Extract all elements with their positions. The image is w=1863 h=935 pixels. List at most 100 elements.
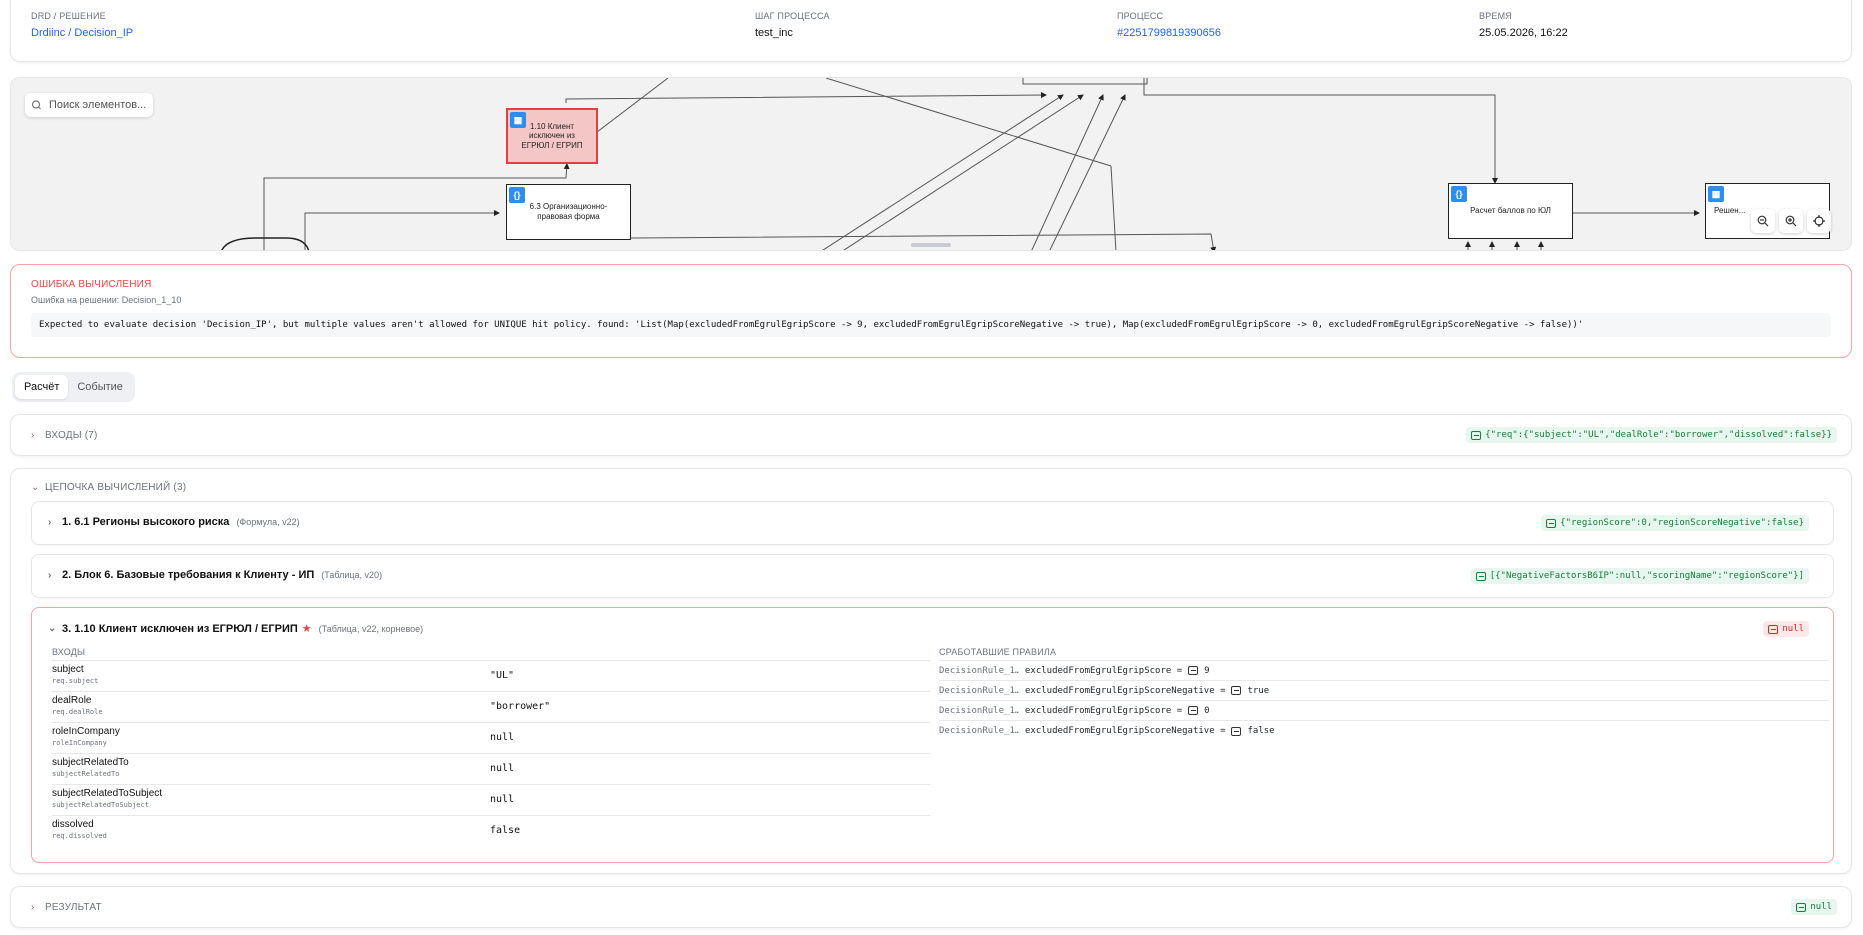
output-icon: [1796, 902, 1807, 912]
chain-section: ⌄ ЦЕПОЧКА ВЫЧИСЛЕНИЙ (3) › 1. 6.1 Регион…: [10, 468, 1852, 874]
time-value: 25.05.2026, 16:22: [1479, 27, 1568, 39]
chain-section-label: ЦЕПОЧКА ВЫЧИСЛЕНИЙ (3): [45, 482, 187, 493]
output-icon: [1546, 518, 1557, 528]
chain-item-1[interactable]: › 1. 6.1 Регионы высокого риска (Формула…: [31, 501, 1834, 545]
drd-canvas[interactable]: ▦ 1.10 Клиент исключен из ЕГРЮЛ / ЕГРИП …: [10, 77, 1852, 251]
table-row: subjectRelatedTo subjectRelatedTo null: [52, 754, 930, 785]
fit-view-button[interactable]: [1807, 209, 1831, 233]
chain-item-title: › 1. 6.1 Регионы высокого риска (Формула…: [48, 516, 300, 528]
error-panel: ОШИБКА ВЫЧИСЛЕНИЯ Ошибка на решении: Dec…: [10, 264, 1852, 358]
node-legal-form[interactable]: {} 6.3 Организационно-правовая форма: [506, 184, 631, 240]
search-input[interactable]: [47, 98, 151, 112]
inputs-section[interactable]: › ВХОДЫ (7) {"req":{"subject":"UL","deal…: [10, 414, 1852, 456]
input-path: req.subject: [52, 677, 99, 685]
process-column: ПРОЦЕСС #2251799819390656: [1117, 11, 1221, 39]
result-badge: null: [1791, 899, 1837, 915]
chevron-down-icon: ⌄: [31, 482, 40, 493]
tab-calculation[interactable]: Расчёт: [15, 375, 69, 399]
result-badge-text: null: [1810, 902, 1832, 912]
node-excluded-from-egrul[interactable]: ▦ 1.10 Клиент исключен из ЕГРЮЛ / ЕГРИП: [506, 108, 598, 164]
zoom-in-button[interactable]: [1779, 209, 1803, 233]
node-score-label: Расчет баллов по ЮЛ: [1470, 206, 1551, 216]
rule-value: 9: [1204, 665, 1210, 676]
rule-row: DecisionRule_1… excludedFromEgrulEgripSc…: [939, 701, 1829, 721]
error-title: ОШИБКА ВЫЧИСЛЕНИЯ: [31, 279, 152, 290]
rule-key: excludedFromEgrulEgripScoreNegative =: [1025, 726, 1226, 736]
output-icon: [1475, 571, 1486, 581]
chain-item-2[interactable]: › 2. Блок 6. Базовые требования к Клиент…: [31, 554, 1834, 598]
result-section-label: РЕЗУЛЬТАТ: [45, 902, 102, 913]
input-value: "borrower": [490, 701, 551, 712]
inputs-json-text: {"req":{"subject":"UL","dealRole":"borro…: [1485, 430, 1832, 440]
header-card: DRD / РЕШЕНИЕ Drdiinc / Decision_IP ШАГ …: [10, 0, 1852, 62]
chevron-right-icon: ›: [31, 430, 35, 441]
tab-event[interactable]: Событие: [68, 375, 132, 399]
zoom-in-icon: [1785, 215, 1797, 227]
chain-item-title: ⌄ 3. 1.10 Клиент исключен из ЕГРЮЛ / ЕГР…: [48, 622, 423, 636]
rule-key: excludedFromEgrulEgripScoreNegative =: [1025, 685, 1226, 696]
input-name: subjectRelatedTo: [52, 757, 129, 768]
chain-item-2-badge: [{"NegativeFactorsB6IP":null,"scoringNam…: [1470, 568, 1809, 584]
step-value: test_inc: [755, 27, 793, 39]
node-excluded-label: 1.10 Клиент исключен из ЕГРЮЛ / ЕГРИП: [521, 121, 583, 150]
input-value: false: [490, 825, 521, 836]
inputs-section-label: ВХОДЫ (7): [45, 430, 98, 441]
chevron-down-icon: ⌄: [48, 623, 57, 634]
chain-item-3-badge-text: null: [1782, 624, 1804, 634]
process-link[interactable]: #2251799819390656: [1117, 27, 1221, 39]
input-path: req.dissolved: [52, 832, 107, 840]
rule-id: DecisionRule_1…: [939, 726, 1019, 736]
table-row: roleInCompany roleInCompany null: [52, 723, 930, 754]
rule-row: DecisionRule_1… excludedFromEgrulEgripSc…: [939, 681, 1829, 701]
rule-row: DecisionRule_1… excludedFromEgrulEgripSc…: [939, 721, 1829, 741]
rule-value: true: [1247, 685, 1270, 696]
chain-section-header[interactable]: ⌄ ЦЕПОЧКА ВЫЧИСЛЕНИЙ (3): [31, 482, 186, 493]
inputs-section-header[interactable]: › ВХОДЫ (7): [31, 430, 98, 441]
chevron-right-icon: ›: [31, 902, 35, 913]
table-row: subjectRelatedToSubject subjectRelatedTo…: [52, 785, 930, 816]
input-path: subjectRelatedToSubject: [52, 801, 149, 809]
rule-value: 0: [1204, 705, 1210, 716]
chain-item-1-meta: (Формула, v22): [236, 517, 300, 527]
rule-row: DecisionRule_1… excludedFromEgrulEgripSc…: [939, 661, 1829, 681]
output-icon: [1188, 706, 1199, 715]
output-icon: [1188, 666, 1199, 675]
node-score[interactable]: {} Расчет баллов по ЮЛ: [1448, 183, 1573, 239]
table-row: dissolved req.dissolved false: [52, 816, 930, 847]
search-icon: [31, 100, 41, 110]
formula-icon: {}: [509, 187, 525, 203]
drd-label: DRD / РЕШЕНИЕ: [31, 11, 106, 21]
canvas-edges: [221, 78, 1700, 250]
process-label: ПРОЦЕСС: [1117, 11, 1164, 21]
output-icon: [1231, 726, 1242, 736]
error-message: Expected to evaluate decision 'Decision_…: [31, 313, 1831, 337]
chain-item-3-badge: null: [1763, 621, 1809, 637]
search-box[interactable]: [25, 93, 153, 117]
rule-id: DecisionRule_1…: [939, 685, 1019, 696]
chain-item-2-meta: (Таблица, v20): [321, 570, 383, 580]
root-star-icon: ★: [301, 623, 312, 635]
result-section[interactable]: › РЕЗУЛЬТАТ null: [10, 886, 1852, 928]
chain-item-3-title: 3. 1.10 Клиент исключен из ЕГРЮЛ / ЕГРИП: [62, 622, 298, 635]
zoom-out-button[interactable]: [1751, 209, 1775, 233]
rule-key: excludedFromEgrulEgripScore =: [1025, 705, 1183, 716]
chevron-right-icon: ›: [48, 569, 52, 581]
inputs-json-badge: {"req":{"subject":"UL","dealRole":"borro…: [1466, 427, 1837, 443]
rule-id: DecisionRule_1…: [939, 705, 1019, 716]
input-name: dealRole: [52, 695, 92, 706]
time-column: ВРЕМЯ 25.05.2026, 16:22: [1479, 11, 1568, 39]
chain-item-title: › 2. Блок 6. Базовые требования к Клиент…: [48, 569, 382, 581]
rule-id: DecisionRule_1…: [939, 665, 1019, 676]
input-name: dissolved: [52, 819, 94, 830]
error-subtitle: Ошибка на решении: Decision_1_10: [31, 295, 182, 305]
formula-icon: {}: [1451, 186, 1467, 202]
input-name: subjectRelatedToSubject: [52, 788, 163, 799]
input-path: roleInCompany: [52, 739, 107, 747]
input-name: roleInCompany: [52, 726, 120, 737]
drd-link[interactable]: Drdiinc / Decision_IP: [31, 27, 133, 39]
chain-item-3[interactable]: ⌄ 3. 1.10 Клиент исключен из ЕГРЮЛ / ЕГР…: [31, 607, 1834, 863]
step-label: ШАГ ПРОЦЕССА: [755, 11, 830, 21]
table-icon: ▦: [510, 112, 526, 128]
input-icon: [1471, 430, 1482, 440]
result-section-header[interactable]: › РЕЗУЛЬТАТ: [31, 902, 102, 913]
